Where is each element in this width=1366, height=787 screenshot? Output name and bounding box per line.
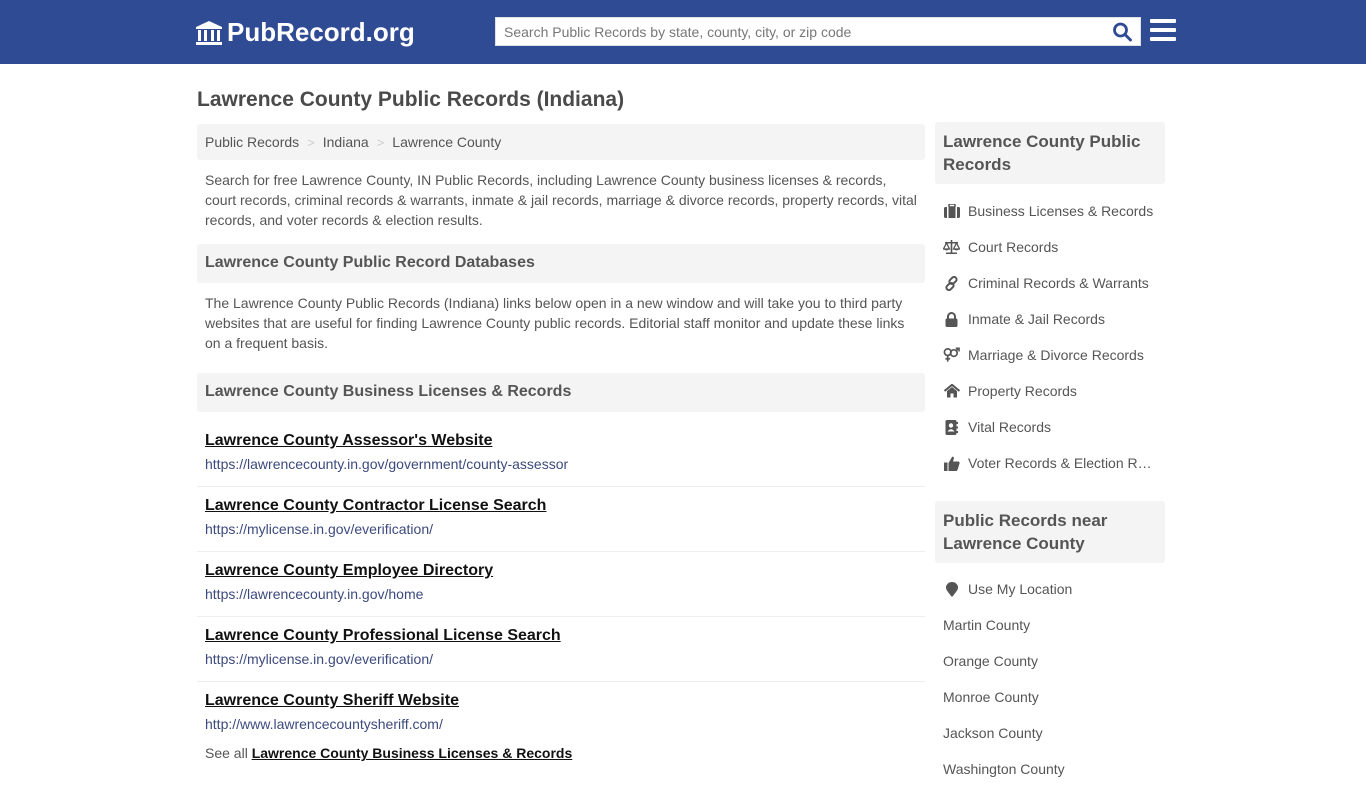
link-url[interactable]: https://mylicense.in.gov/everification/	[205, 520, 917, 538]
business-section-heading: Lawrence County Business Licenses & Reco…	[197, 373, 925, 412]
list-item: Lawrence County Assessor's Website https…	[197, 422, 925, 487]
sidebar-item-label: Inmate & Jail Records	[968, 311, 1105, 327]
breadcrumb: Public Records > Indiana > Lawrence Coun…	[197, 124, 925, 160]
lock-icon	[943, 311, 960, 327]
sidebar-item-label: Marriage & Divorce Records	[968, 347, 1144, 363]
sidebar-item-property-records[interactable]: Property Records	[935, 373, 1165, 409]
nearby-county-link[interactable]: Martin County	[935, 607, 1165, 643]
link-url[interactable]: https://mylicense.in.gov/everification/	[205, 650, 917, 668]
map-marker-icon	[943, 581, 960, 597]
list-item: Lawrence County Contractor License Searc…	[197, 487, 925, 552]
search-icon[interactable]	[1112, 22, 1134, 42]
breadcrumb-separator: >	[307, 134, 315, 150]
nearby-county-link[interactable]: Washington County	[935, 751, 1165, 787]
use-my-location-label: Use My Location	[968, 581, 1073, 597]
link-title[interactable]: Lawrence County Contractor License Searc…	[205, 496, 917, 516]
site-logo[interactable]: PubRecord.org	[195, 17, 415, 48]
address-book-icon	[943, 419, 960, 435]
search-input[interactable]	[496, 18, 1106, 45]
list-item: Lawrence County Sheriff Website http://w…	[197, 682, 925, 747]
link-title[interactable]: Lawrence County Employee Directory	[205, 561, 917, 581]
nearby-county-link[interactable]: Monroe County	[935, 679, 1165, 715]
list-item: Lawrence County Professional License Sea…	[197, 617, 925, 682]
main-content: Public Records > Indiana > Lawrence Coun…	[197, 124, 925, 761]
sidebar-item-inmate-records[interactable]: Inmate & Jail Records	[935, 301, 1165, 337]
see-all-prefix: See all	[205, 745, 248, 761]
sidebar-records-heading: Lawrence County Public Records	[935, 122, 1165, 184]
gender-icon	[943, 347, 960, 363]
breadcrumb-item-lawrence-county[interactable]: Lawrence County	[392, 134, 501, 150]
sidebar-item-vital-records[interactable]: Vital Records	[935, 409, 1165, 445]
sidebar-records-list: Business Licenses & Records Court Record…	[935, 193, 1165, 481]
sidebar-item-label: Voter Records & Election Results	[968, 455, 1158, 471]
nearby-county-link[interactable]: Orange County	[935, 643, 1165, 679]
breadcrumb-item-indiana[interactable]: Indiana	[323, 134, 369, 150]
link-title[interactable]: Lawrence County Sheriff Website	[205, 691, 917, 711]
sidebar: Lawrence County Public Records Business …	[935, 122, 1165, 787]
sidebar-item-business-licenses[interactable]: Business Licenses & Records	[935, 193, 1165, 229]
nearby-county-link[interactable]: Jackson County	[935, 715, 1165, 751]
list-item: Lawrence County Employee Directory https…	[197, 552, 925, 617]
use-my-location-button[interactable]: Use My Location	[935, 571, 1165, 607]
sidebar-item-marriage-records[interactable]: Marriage & Divorce Records	[935, 337, 1165, 373]
search-box	[495, 17, 1141, 46]
scale-icon	[943, 239, 960, 255]
databases-heading: Lawrence County Public Record Databases	[197, 244, 925, 283]
intro-text: Search for free Lawrence County, IN Publ…	[205, 172, 917, 228]
link-title[interactable]: Lawrence County Professional License Sea…	[205, 626, 917, 646]
databases-description: The Lawrence County Public Records (Indi…	[205, 295, 905, 351]
link-icon	[943, 275, 960, 291]
page-title: Lawrence County Public Records (Indiana)	[197, 88, 625, 111]
top-navigation-bar: PubRecord.org	[0, 0, 1366, 64]
business-links-list: Lawrence County Assessor's Website https…	[197, 422, 925, 747]
link-url[interactable]: https://lawrencecounty.in.gov/government…	[205, 455, 917, 473]
home-icon	[943, 383, 960, 399]
sidebar-item-criminal-records[interactable]: Criminal Records & Warrants	[935, 265, 1165, 301]
sidebar-item-label: Business Licenses & Records	[968, 203, 1154, 219]
sidebar-item-label: Property Records	[968, 383, 1077, 399]
link-title[interactable]: Lawrence County Assessor's Website	[205, 431, 917, 451]
link-url[interactable]: https://lawrencecounty.in.gov/home	[205, 585, 917, 603]
thumbs-up-icon	[943, 455, 960, 471]
nearby-list: Use My Location Martin County Orange Cou…	[935, 571, 1165, 787]
breadcrumb-item-public-records[interactable]: Public Records	[205, 134, 299, 150]
sidebar-item-label: Criminal Records & Warrants	[968, 275, 1149, 291]
briefcase-icon	[943, 203, 960, 219]
see-all-link[interactable]: Lawrence County Business Licenses & Reco…	[252, 745, 573, 761]
breadcrumb-separator: >	[376, 134, 385, 150]
courthouse-icon	[196, 20, 222, 45]
link-url[interactable]: http://www.lawrencecountysheriff.com/	[205, 715, 917, 733]
sidebar-item-label: Court Records	[968, 239, 1059, 255]
see-all-line: See all Lawrence County Business License…	[197, 745, 925, 761]
sidebar-item-label: Vital Records	[968, 419, 1052, 435]
sidebar-item-court-records[interactable]: Court Records	[935, 229, 1165, 265]
hamburger-menu-icon[interactable]	[1150, 19, 1176, 43]
sidebar-nearby-heading: Public Records near Lawrence County	[935, 501, 1165, 563]
logo-text: PubRecord.org	[227, 17, 415, 47]
sidebar-item-voter-records[interactable]: Voter Records & Election Results	[935, 445, 1165, 481]
